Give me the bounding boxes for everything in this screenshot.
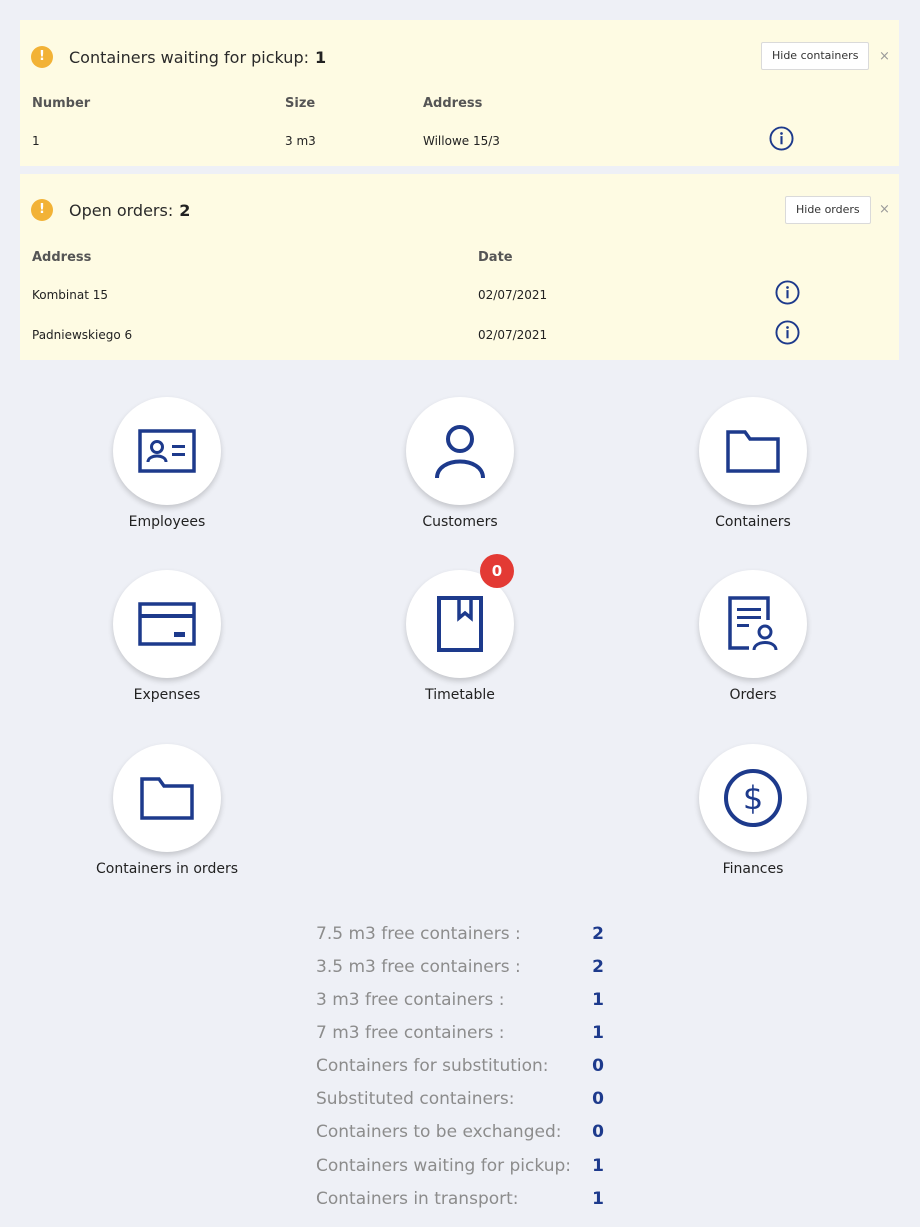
warning-icon: ! xyxy=(31,199,53,221)
svg-text:$: $ xyxy=(743,779,763,817)
stat-value: 2 xyxy=(592,924,604,944)
user-icon xyxy=(435,425,485,479)
stat-label: Substituted containers: xyxy=(316,1089,515,1109)
stat-label: 7 m3 free containers : xyxy=(316,1023,505,1043)
hide-orders-button[interactable]: Hide orders xyxy=(785,196,871,224)
cell-address: Willowe 15/3 xyxy=(423,134,500,148)
info-icon[interactable] xyxy=(775,280,800,305)
stat-row: Substituted containers: 0 xyxy=(316,1089,616,1119)
stat-row: 3 m3 free containers : 1 xyxy=(316,990,616,1020)
document-user-icon xyxy=(728,596,778,651)
stat-label: 3.5 m3 free containers : xyxy=(316,957,521,977)
alert-count: 1 xyxy=(315,48,327,67)
stat-value: 2 xyxy=(592,957,604,977)
stat-row: Containers waiting for pickup: 1 xyxy=(316,1156,616,1186)
stat-label: Containers waiting for pickup: xyxy=(316,1156,571,1176)
stat-row: Containers for substitution: 0 xyxy=(316,1056,616,1086)
cell-date: 02/07/2021 xyxy=(478,288,548,302)
hide-containers-button[interactable]: Hide containers xyxy=(761,42,870,70)
stat-value: 1 xyxy=(592,1023,604,1043)
alert-count: 2 xyxy=(179,201,191,220)
pickup-alert: ! Containers waiting for pickup: 1 Hide c… xyxy=(20,20,899,166)
stat-label: Containers to be exchanged: xyxy=(316,1122,562,1142)
tile-label: Containers xyxy=(715,514,791,530)
stat-row: Containers to be exchanged: 0 xyxy=(316,1122,616,1152)
tile-label: Customers xyxy=(422,514,498,530)
alert-title: Containers waiting for pickup: 1 xyxy=(69,48,327,67)
close-icon[interactable]: × xyxy=(879,203,890,217)
info-icon[interactable] xyxy=(769,126,794,151)
stat-label: Containers in transport: xyxy=(316,1189,519,1209)
stat-row: 7 m3 free containers : 1 xyxy=(316,1023,616,1053)
tile-label: Containers in orders xyxy=(96,861,238,877)
cell-size: 3 m3 xyxy=(285,134,316,148)
credit-card-icon xyxy=(138,602,196,646)
warning-icon: ! xyxy=(31,46,53,68)
stat-value: 0 xyxy=(592,1122,604,1142)
stat-value: 1 xyxy=(592,1189,604,1209)
book-icon xyxy=(437,596,483,652)
notification-badge: 0 xyxy=(480,554,514,588)
folder-icon xyxy=(140,777,194,820)
stat-value: 0 xyxy=(592,1089,604,1109)
column-header-address: Address xyxy=(32,250,92,265)
stat-label: Containers for substitution: xyxy=(316,1056,549,1076)
stat-row: Containers in transport: 1 xyxy=(316,1189,616,1219)
stat-label: 7.5 m3 free containers : xyxy=(316,924,521,944)
tile-label: Expenses xyxy=(133,687,201,703)
cell-address: Kombinat 15 xyxy=(32,288,109,302)
column-header-address: Address xyxy=(423,96,483,111)
column-header-number: Number xyxy=(32,96,91,111)
tile-label: Employees xyxy=(128,514,206,530)
tile-label: Timetable xyxy=(425,687,495,703)
stat-value: 1 xyxy=(592,1156,604,1176)
tile-label: Finances xyxy=(722,861,784,877)
folder-icon xyxy=(726,430,780,473)
cell-number: 1 xyxy=(32,134,40,148)
stat-row: 3.5 m3 free containers : 2 xyxy=(316,957,616,987)
cell-date: 02/07/2021 xyxy=(478,328,548,342)
id-card-icon xyxy=(138,429,196,473)
column-header-size: Size xyxy=(285,96,316,111)
cell-address: Padniewskiego 6 xyxy=(32,328,133,342)
alert-title: Open orders: 2 xyxy=(69,201,191,220)
stat-row: 7.5 m3 free containers : 2 xyxy=(316,924,616,954)
stat-label: 3 m3 free containers : xyxy=(316,990,505,1010)
tile-label: Orders xyxy=(729,687,777,703)
stat-value: 0 xyxy=(592,1056,604,1076)
orders-alert: ! Open orders: 2 Hide orders × Address Da… xyxy=(20,174,899,360)
column-header-date: Date xyxy=(478,250,513,265)
dollar-icon: $ xyxy=(724,769,782,827)
stat-value: 1 xyxy=(592,990,604,1010)
close-icon[interactable]: × xyxy=(879,50,890,64)
info-icon[interactable] xyxy=(775,320,800,345)
